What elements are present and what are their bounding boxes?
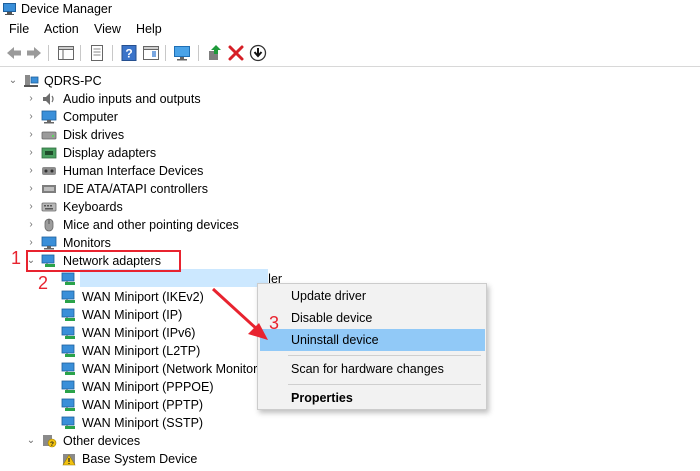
category-label: Display adapters	[63, 146, 157, 160]
window-title: Device Manager	[21, 2, 113, 16]
expand-arrow-icon[interactable]: ›	[26, 216, 36, 234]
monitor-icon	[41, 236, 57, 250]
toolbar-separator	[112, 45, 113, 61]
expand-arrow-icon[interactable]: ›	[26, 198, 36, 216]
mouse-icon	[41, 218, 57, 232]
title-bar: Device Manager	[0, 0, 700, 18]
category-label: Keyboards	[63, 200, 123, 214]
menu-uninstall-device[interactable]: Uninstall device	[260, 329, 485, 351]
step-2-label: 2	[38, 273, 49, 293]
device-manager-icon	[3, 2, 16, 15]
menu-update-driver[interactable]: Update driver	[260, 285, 485, 307]
network-adapter-icon	[61, 272, 77, 286]
toolbar-separator	[48, 45, 49, 61]
toolbar: ?	[0, 40, 700, 67]
category-label: Other devices	[63, 434, 141, 448]
device-label: Base System Device	[82, 452, 198, 466]
disk-icon	[41, 128, 57, 142]
menu-action[interactable]: Action	[44, 22, 79, 36]
uninstall-icon[interactable]	[227, 44, 245, 62]
monitor-icon[interactable]	[173, 44, 191, 62]
step-1-label: 1	[11, 248, 22, 268]
category-label: Mice and other pointing devices	[63, 218, 239, 232]
expand-arrow-icon[interactable]: ›	[26, 126, 36, 144]
network-adapter-icon	[61, 308, 77, 322]
device-label: WAN Miniport (Network Monitor)	[82, 362, 262, 376]
svg-text:?: ?	[50, 441, 54, 448]
device-label: WAN Miniport (L2TP)	[82, 344, 201, 358]
category-label: IDE ATA/ATAPI controllers	[63, 182, 208, 196]
expand-arrow-icon[interactable]: ›	[26, 144, 36, 162]
network-adapter-icon	[61, 344, 77, 358]
network-adapter-icon	[61, 326, 77, 340]
expand-arrow-icon[interactable]: ›	[26, 108, 36, 126]
svg-text:?: ?	[125, 47, 132, 61]
category-label: Audio inputs and outputs	[63, 92, 201, 106]
device-label: WAN Miniport (PPPOE)	[82, 380, 214, 394]
action-pane-icon[interactable]	[142, 44, 160, 62]
toolbar-separator	[165, 45, 166, 61]
device-label: WAN Miniport (IP)	[82, 308, 183, 322]
network-adapter-icon	[61, 362, 77, 376]
show-hide-console-tree-icon[interactable]	[57, 44, 75, 62]
toolbar-separator	[80, 45, 81, 61]
forward-icon[interactable]	[25, 44, 43, 62]
device-label: WAN Miniport (PPTP)	[82, 398, 204, 412]
menu-properties[interactable]: Properties	[260, 387, 485, 409]
network-adapter-icon	[61, 398, 77, 412]
computer-root-icon	[23, 74, 39, 88]
collapse-arrow-icon[interactable]: ⌄	[26, 432, 36, 450]
keyboard-icon	[41, 200, 57, 214]
properties-icon[interactable]	[88, 44, 106, 62]
expand-arrow-icon[interactable]: ›	[26, 180, 36, 198]
category-label: Disk drives	[63, 128, 125, 142]
unknown-device-icon: ?	[41, 434, 57, 448]
back-icon[interactable]	[5, 44, 23, 62]
menu-file[interactable]: File	[9, 22, 29, 36]
menu-bar: File Action View Help	[0, 18, 700, 40]
expand-arrow-icon[interactable]: ›	[26, 90, 36, 108]
network-adapter-icon	[61, 380, 77, 394]
collapse-arrow-icon[interactable]: ⌄	[8, 72, 18, 90]
computer-icon	[41, 110, 57, 124]
update-driver-icon[interactable]	[206, 44, 224, 62]
menu-scan-hardware[interactable]: Scan for hardware changes	[260, 358, 485, 380]
device-label: WAN Miniport (IKEv2)	[82, 290, 204, 304]
help-icon[interactable]: ?	[120, 44, 138, 62]
step-3-label: 3	[269, 313, 280, 333]
menu-disable-device[interactable]: Disable device	[260, 307, 485, 329]
ide-icon	[41, 182, 57, 196]
audio-icon	[41, 92, 57, 106]
network-adapter-icon	[61, 290, 77, 304]
menu-separator	[288, 384, 481, 385]
toolbar-separator	[198, 45, 199, 61]
menu-separator	[288, 355, 481, 356]
warning-device-icon	[61, 452, 77, 466]
category-label: Computer	[63, 110, 118, 124]
download-icon[interactable]	[249, 44, 267, 62]
hid-icon	[41, 164, 57, 178]
network-adapters-highlight-box	[26, 250, 181, 272]
display-icon	[41, 146, 57, 160]
device-label: WAN Miniport (SSTP)	[82, 416, 204, 430]
network-adapter-icon	[61, 416, 77, 430]
expand-arrow-icon[interactable]: ›	[26, 162, 36, 180]
root-label: QDRS-PC	[44, 74, 102, 88]
menu-view[interactable]: View	[94, 22, 121, 36]
context-menu: Update driver Disable device Uninstall d…	[257, 283, 487, 410]
device-label: WAN Miniport (IPv6)	[82, 326, 196, 340]
menu-help[interactable]: Help	[136, 22, 162, 36]
category-label: Human Interface Devices	[63, 164, 204, 178]
